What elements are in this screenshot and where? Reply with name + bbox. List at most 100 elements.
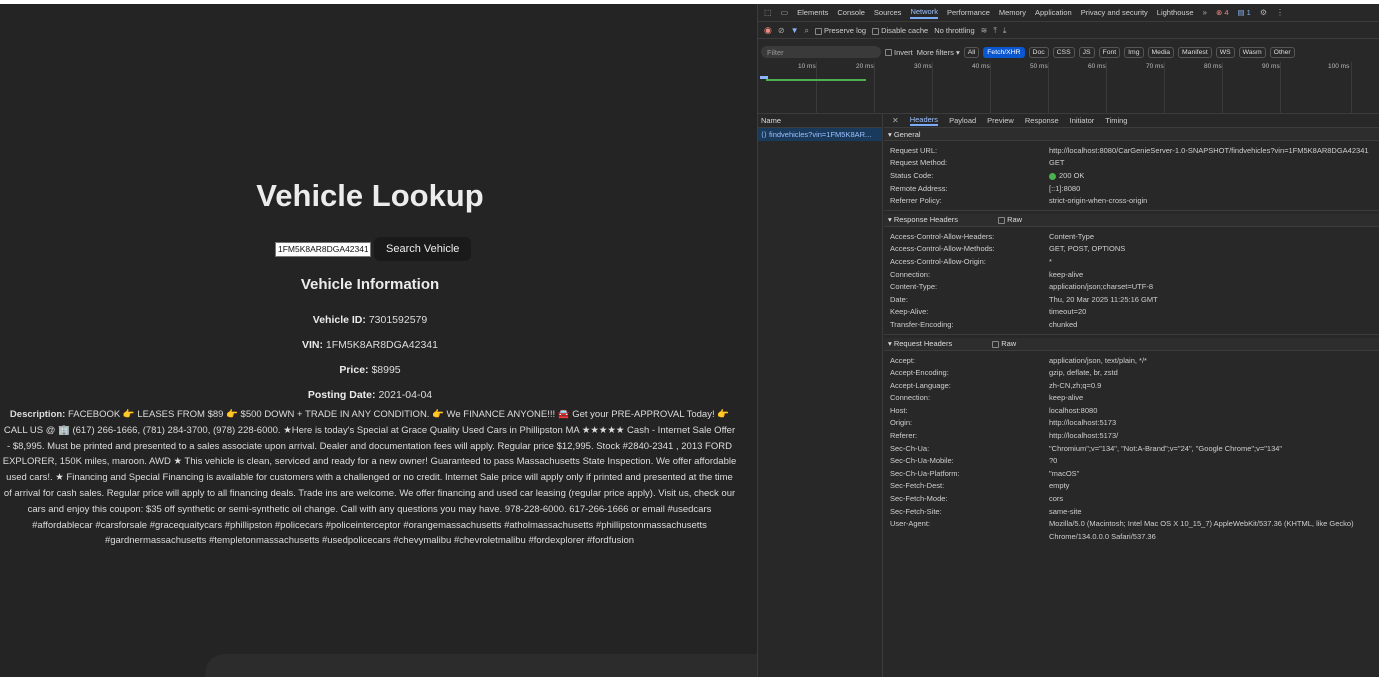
filter-chip-media[interactable]: Media bbox=[1147, 46, 1175, 58]
header-value: timeout=20 bbox=[1049, 307, 1087, 317]
tab-timing[interactable]: Timing bbox=[1105, 116, 1127, 125]
filter-icon[interactable]: ▼ bbox=[791, 26, 799, 35]
close-icon[interactable]: ✕ bbox=[892, 116, 899, 125]
header-row: Access-Control-Allow-Origin: * bbox=[884, 255, 1379, 268]
vin-input[interactable] bbox=[275, 241, 371, 257]
invert-checkbox[interactable]: Invert bbox=[885, 48, 913, 57]
tab-privacy-security[interactable]: Privacy and security bbox=[1081, 8, 1148, 17]
error-count-badge[interactable]: ⊗ 4 bbox=[1216, 8, 1229, 17]
filter-chip-fetch-xhr[interactable]: Fetch/XHR bbox=[983, 46, 1025, 58]
header-key: Access-Control-Allow-Origin: bbox=[890, 256, 986, 266]
inspect-element-icon[interactable]: ⬚ bbox=[764, 8, 772, 17]
filter-chip-js[interactable]: JS bbox=[1078, 46, 1095, 58]
filter-chip-wasm[interactable]: Wasm bbox=[1238, 46, 1266, 58]
checkbox-box bbox=[885, 49, 892, 57]
header-key: Referer: bbox=[890, 431, 918, 441]
tab-headers[interactable]: Headers bbox=[909, 115, 939, 126]
record-icon[interactable]: ◉ bbox=[764, 25, 772, 36]
tab-preview[interactable]: Preview bbox=[987, 116, 1014, 125]
general-section-header[interactable]: ▾ General bbox=[884, 128, 1379, 141]
header-row: Referer: http://localhost:5173/ bbox=[884, 429, 1379, 442]
vehicle-lookup-app: Vehicle Lookup Search Vehicle Vehicle In… bbox=[0, 4, 757, 677]
tab-response[interactable]: Response bbox=[1025, 116, 1059, 125]
network-timeline[interactable]: 10 ms 20 ms 30 ms 40 ms 50 ms 60 ms 70 m… bbox=[758, 62, 1379, 114]
search-row: Search Vehicle bbox=[275, 237, 472, 261]
filter-chip-all[interactable]: All bbox=[963, 46, 980, 58]
header-row: Access-Control-Allow-Methods: GET, POST, … bbox=[884, 243, 1379, 256]
wifi-conditions-icon[interactable]: ≋ bbox=[981, 26, 988, 35]
filter-chip-other[interactable]: Other bbox=[1269, 46, 1295, 58]
more-filters-dropdown[interactable]: More filters ▾ bbox=[917, 48, 960, 57]
header-value: gzip, deflate, br, zstd bbox=[1049, 368, 1118, 378]
name-column-header[interactable]: Name bbox=[758, 114, 882, 128]
vehicle-id-value: 7301592579 bbox=[368, 314, 428, 326]
header-row: Content-Type: application/json;charset=UT… bbox=[884, 280, 1379, 293]
timeline-tick: 100 ms bbox=[1328, 63, 1350, 70]
request-list: Name ⟨⟩ findvehicles?vin=1FM5K8AR... bbox=[758, 114, 883, 677]
search-vehicle-button[interactable]: Search Vehicle bbox=[374, 237, 472, 261]
bottom-card bbox=[205, 654, 757, 677]
filter-chip-img[interactable]: Img bbox=[1124, 46, 1144, 58]
tab-elements[interactable]: Elements bbox=[797, 8, 828, 17]
raw-checkbox[interactable]: Raw bbox=[998, 215, 1022, 224]
device-toggle-icon[interactable]: ▭ bbox=[781, 8, 789, 17]
clear-icon[interactable]: ⊘ bbox=[778, 26, 785, 35]
devtools-tab-bar: ⬚ ▭ Elements Console Sources Network Per… bbox=[758, 4, 1379, 22]
tab-initiator[interactable]: Initiator bbox=[1070, 116, 1095, 125]
tab-memory[interactable]: Memory bbox=[999, 8, 1026, 17]
more-options-icon[interactable]: ⋮ bbox=[1276, 8, 1284, 17]
request-name: findvehicles?vin=1FM5K8AR... bbox=[768, 130, 872, 139]
header-key: Origin: bbox=[890, 418, 913, 428]
filter-chip-font[interactable]: Font bbox=[1098, 46, 1121, 58]
header-value: "Chromium";v="134", "Not:A-Brand";v="24"… bbox=[1049, 443, 1283, 453]
search-icon[interactable]: ⌕ bbox=[804, 26, 808, 36]
devtools-panel: ⬚ ▭ Elements Console Sources Network Per… bbox=[757, 4, 1379, 677]
throttling-select[interactable]: No throttling bbox=[934, 26, 974, 35]
more-tabs-button[interactable]: » bbox=[1203, 8, 1207, 17]
tab-network[interactable]: Network bbox=[910, 7, 938, 19]
filter-chip-manifest[interactable]: Manifest bbox=[1178, 46, 1212, 58]
header-row: Sec-Fetch-Mode: cors bbox=[884, 492, 1379, 505]
vehicle-info-heading: Vehicle Information bbox=[300, 276, 440, 293]
timeline-tick: 60 ms bbox=[1088, 63, 1106, 70]
tab-payload[interactable]: Payload bbox=[949, 116, 976, 125]
tab-application[interactable]: Application bbox=[1035, 8, 1072, 17]
preserve-log-checkbox[interactable]: Preserve log bbox=[814, 26, 866, 35]
timeline-tick: 90 ms bbox=[1262, 63, 1280, 70]
timeline-tick: 80 ms bbox=[1204, 63, 1222, 70]
header-key: User-Agent: bbox=[890, 519, 931, 529]
filter-chip-doc[interactable]: Doc bbox=[1028, 46, 1049, 58]
tab-console[interactable]: Console bbox=[837, 8, 865, 17]
header-value: * bbox=[1049, 256, 1052, 266]
timeline-gridline bbox=[874, 62, 875, 114]
header-value: application/json, text/plain, */* bbox=[1049, 355, 1147, 365]
status-ok-icon bbox=[1049, 172, 1056, 180]
filter-chip-ws[interactable]: WS bbox=[1215, 46, 1235, 58]
header-value: same-site bbox=[1049, 506, 1082, 516]
header-value: GET bbox=[1049, 158, 1065, 168]
description-value: FACEBOOK 👉 LEASES FROM $89 👉 $500 DOWN +… bbox=[2, 409, 737, 547]
response-headers-section-header[interactable]: ▾ Response Headers Raw bbox=[884, 213, 1379, 227]
tab-lighthouse[interactable]: Lighthouse bbox=[1157, 8, 1194, 17]
request-detail-pane: ✕ Headers Payload Preview Response Initi… bbox=[884, 114, 1379, 677]
timeline-gridline bbox=[932, 62, 933, 114]
error-count: 4 bbox=[1224, 8, 1229, 17]
tab-performance[interactable]: Performance bbox=[947, 8, 990, 17]
request-headers-section: Accept: application/json, text/plain, */*… bbox=[884, 351, 1379, 543]
export-har-icon[interactable]: ⤓ bbox=[1003, 26, 1007, 36]
raw-checkbox[interactable]: Raw bbox=[992, 339, 1016, 348]
request-headers-section-header[interactable]: ▾ Request Headers Raw bbox=[884, 337, 1379, 351]
import-har-icon[interactable]: ⤒ bbox=[993, 26, 997, 36]
request-row[interactable]: ⟨⟩ findvehicles?vin=1FM5K8AR... bbox=[758, 128, 882, 141]
timeline-gridline bbox=[1280, 62, 1281, 114]
header-row-continuation: Chrome/134.0.0.0 Safari/537.36 bbox=[884, 530, 1379, 543]
disable-cache-checkbox[interactable]: Disable cache bbox=[872, 26, 928, 35]
header-value: Chrome/134.0.0.0 Safari/537.36 bbox=[1049, 531, 1156, 541]
tab-sources[interactable]: Sources bbox=[874, 8, 902, 17]
settings-gear-icon[interactable]: ⚙ bbox=[1260, 8, 1267, 17]
header-key: Host: bbox=[890, 405, 908, 415]
filter-input[interactable]: Filter bbox=[761, 46, 881, 58]
description-field: Description: FACEBOOK 👉 LEASES FROM $89 … bbox=[2, 407, 737, 549]
filter-chip-css[interactable]: CSS bbox=[1052, 46, 1075, 58]
info-count-badge[interactable]: ▤ 1 bbox=[1238, 8, 1251, 17]
